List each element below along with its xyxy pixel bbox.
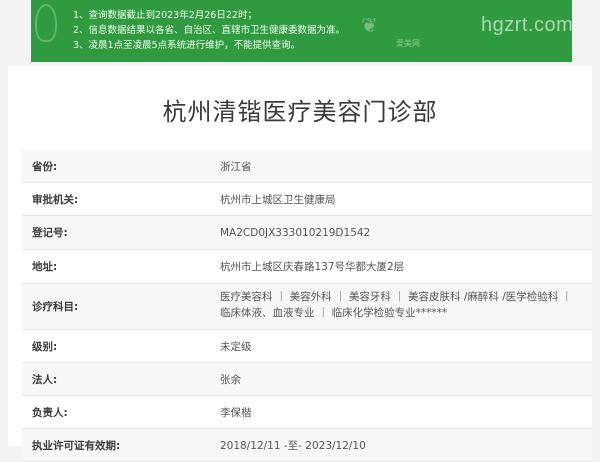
info-row-legal-person: 法人: 张余: [22, 363, 592, 396]
watermark-small-text: 爱美网: [396, 39, 420, 48]
info-row-province: 省份: 浙江省: [22, 150, 592, 183]
info-value: 李保楷: [220, 406, 252, 419]
info-value: MA2CD0JX333010219D1542: [220, 226, 371, 239]
info-label: 诊疗科目:: [32, 301, 79, 313]
info-label: 地址:: [32, 261, 58, 273]
info-label: 省份:: [32, 160, 58, 173]
info-label: 登记号:: [32, 227, 68, 239]
info-value: 2018/12/11 -至- 2023/12/10: [220, 439, 366, 452]
watermark-logo-icon: [35, 4, 57, 42]
info-label: 审批机关:: [32, 193, 79, 206]
info-table: 省份: 浙江省 审批机关: 杭州市上城区卫生健康局 登记号: MA2CD0JX3…: [22, 150, 592, 462]
info-row-address: 地址: 杭州市上城区庆春路137号华都大厦2层: [22, 250, 592, 284]
info-value: 浙江省: [220, 160, 252, 173]
notice-line-3: 3、凌晨1点至凌晨5点系统进行维护，不能提供查询。: [73, 40, 301, 51]
info-row-departments: 诊疗科目: 医疗美容科 ｜ 美容外科 ｜ 美容牙科 ｜ 美容皮肤科 /麻醉科 /…: [22, 284, 592, 330]
watermark-leaf-icon: ❦: [361, 13, 378, 37]
info-label: 级别:: [32, 340, 58, 353]
watermark-text: hgzrt.com: [481, 14, 574, 36]
info-label: 执业许可证有效期:: [32, 439, 121, 452]
query-notice-banner: 1、查询数据截止到2023年2月26日22时； 2、信息数据结果以各省、自治区、…: [31, 0, 574, 62]
clinic-title: 杭州清锴医疗美容门诊部: [162, 98, 438, 126]
info-row-authority: 审批机关: 杭州市上城区卫生健康局: [22, 183, 592, 216]
info-label: 负责人:: [32, 406, 68, 419]
info-value: 杭州市上城区庆春路137号华都大厦2层: [220, 261, 405, 273]
info-row-principal: 负责人: 李保楷: [22, 396, 592, 429]
info-value: 未定级: [220, 340, 252, 353]
info-value: 医疗美容科 ｜ 美容外科 ｜ 美容牙科 ｜ 美容皮肤科 /麻醉科 /医学检验科 …: [220, 291, 573, 319]
info-value: 杭州市上城区卫生健康局: [220, 193, 336, 206]
info-row-registration: 登记号: MA2CD0JX333010219D1542: [22, 216, 592, 250]
info-row-license-validity: 执业许可证有效期: 2018/12/11 -至- 2023/12/10: [22, 429, 592, 462]
info-label: 法人:: [32, 373, 58, 386]
info-row-level: 级别: 未定级: [22, 330, 592, 363]
info-value: 张余: [220, 373, 241, 386]
clinic-info-card: 杭州清锴医疗美容门诊部 省份: 浙江省 审批机关: 杭州市上城区卫生健康局 登记…: [8, 66, 592, 462]
